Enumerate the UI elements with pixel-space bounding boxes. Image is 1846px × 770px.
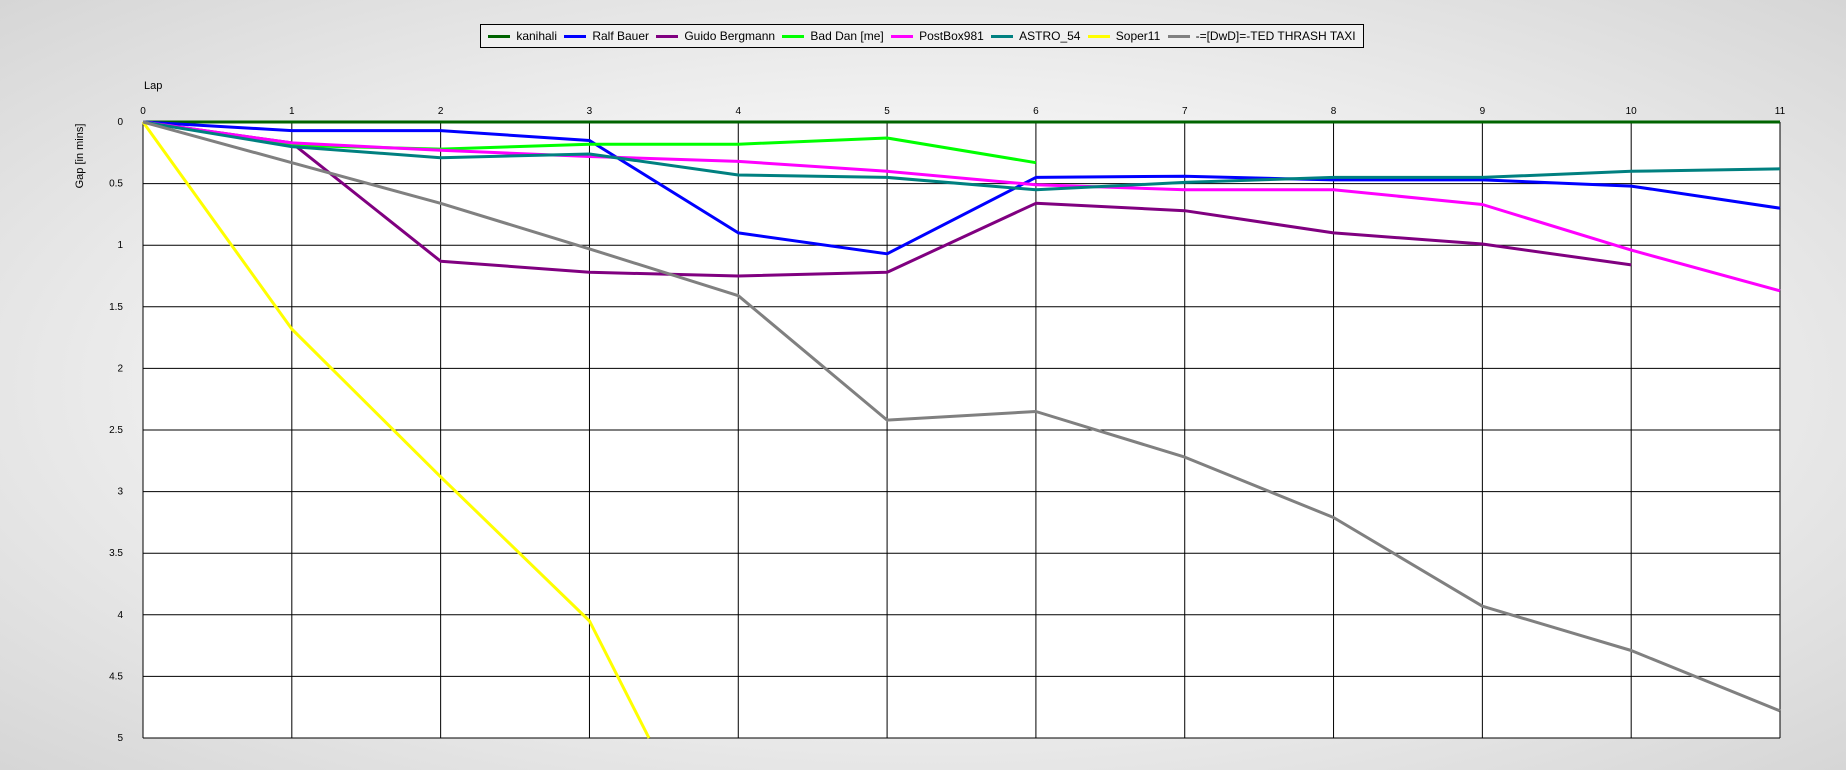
y-tick-label: 5 bbox=[117, 733, 123, 744]
x-tick-label: 4 bbox=[735, 106, 741, 117]
x-tick-label: 1 bbox=[289, 106, 295, 117]
x-tick-label: 6 bbox=[1033, 106, 1039, 117]
y-tick-label: 4 bbox=[117, 610, 123, 621]
y-tick-label: 0 bbox=[117, 117, 123, 128]
y-tick-label: 2 bbox=[117, 363, 123, 374]
x-axis-title: Lap bbox=[144, 80, 162, 92]
y-axis-title: Gap [in mins] bbox=[74, 124, 86, 189]
y-tick-label: 3 bbox=[117, 487, 123, 498]
x-tick-label: 3 bbox=[587, 106, 593, 117]
y-tick-label: 1.5 bbox=[109, 302, 123, 313]
line-chart: 0 1 2 3 4 5 6 7 8 9 10 1100.511.522.533.544.55 Lap … bbox=[74, 80, 1786, 744]
x-tick-label: 9 bbox=[1480, 106, 1486, 117]
x-tick-label: 5 bbox=[884, 106, 890, 117]
x-tick-label: 2 bbox=[438, 106, 444, 117]
x-tick-label: 10 bbox=[1626, 106, 1638, 117]
y-tick-label: 0.5 bbox=[109, 179, 123, 190]
x-tick-label: 7 bbox=[1182, 106, 1188, 117]
y-tick-label: 3.5 bbox=[109, 548, 123, 559]
y-tick-label: 1 bbox=[117, 240, 123, 251]
y-tick-label: 2.5 bbox=[109, 425, 123, 436]
y-tick-label: 4.5 bbox=[109, 671, 123, 682]
x-tick-label: 8 bbox=[1331, 106, 1337, 117]
x-tick-label: 0 bbox=[140, 106, 146, 117]
x-tick-label: 11 bbox=[1775, 106, 1786, 117]
